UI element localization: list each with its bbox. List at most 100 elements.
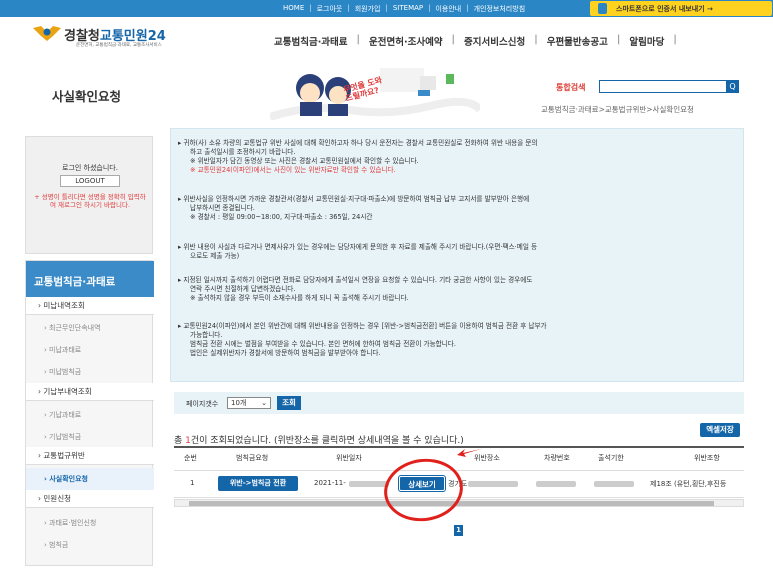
login-box: 로그인 하셨습니다. LOGOUT + 성명이 틀리다면 성명을 정확히 입력하… <box>25 136 153 254</box>
redacted-value <box>349 481 389 487</box>
info-line: ※ 교통민원24(이파인)에서는 사진이 있는 위반자료만 확인할 수 있습니다… <box>190 166 396 174</box>
sidebar-item-fact-check[interactable]: › 사실확인요청 <box>26 468 154 490</box>
separator: | <box>356 34 361 45</box>
sidebar-item-recent[interactable]: › 최근무인단속내역 <box>26 317 154 339</box>
row-index: 1 <box>190 479 195 487</box>
separator: | <box>451 34 456 45</box>
redacted-value <box>468 481 518 487</box>
utility-links: HOME | 로그아웃 | 회원가입 | SITEMAP | 이용안내 | 개인정보처리방… <box>283 4 525 14</box>
separator: | <box>385 4 388 12</box>
sidebar-item-label: 미납과태료 <box>49 346 82 354</box>
info-paragraph-3: ▸ 위반 내용이 사실과 다르거나 면제사유가 있는 경우에는 담당자에게 문의… <box>178 243 738 261</box>
logout-button[interactable]: LOGOUT <box>60 175 120 187</box>
page-size-label: 페이지갯수 <box>186 400 219 408</box>
info-paragraph-1: ▸ 귀하(사) 소유 차량의 교통법규 위반 사실에 대해 확인하고자 하나 당… <box>178 139 738 175</box>
nav-license[interactable]: 운전면허·조사예약 <box>364 34 448 48</box>
guide-link[interactable]: 이용안내 <box>435 4 461 14</box>
separator: | <box>428 4 431 12</box>
violation-law: 제18조 (유턴,횡단,후진등 <box>650 480 727 488</box>
sidebar-item-paid[interactable]: › 기납부내역조회 <box>26 383 154 401</box>
signup-link[interactable]: 회원가입 <box>355 4 381 14</box>
info-paragraph-2: ▸ 위반사실을 인정하시면 가까운 경찰관서(경찰서 교통민원실·지구대·파출소… <box>178 195 738 222</box>
convert-to-fine-button[interactable]: 위반->범칙금 전환 <box>218 476 298 491</box>
info-box: ▸ 귀하(사) 소유 차량의 교통법규 위반 사실에 대해 확인하고자 하나 당… <box>170 128 744 382</box>
sidebar-item-paid-fine[interactable]: › 기납과태료 <box>26 404 154 426</box>
sidebar-item-penalty[interactable]: › 범칙금 <box>26 534 154 556</box>
search-label: 통합검색 <box>556 83 586 92</box>
nav-fines[interactable]: 교통범칙금·과태료 <box>269 34 353 48</box>
nav-notice[interactable]: 알림마당 <box>624 34 669 48</box>
info-line: 가능합니다. <box>190 331 223 339</box>
sidebar-item-label: 기납범칙금 <box>49 433 82 441</box>
column-header: 출석기한 <box>598 454 624 462</box>
chevron-down-icon: ⌄ <box>261 399 267 407</box>
sidebar-item-unpaid-fine[interactable]: › 미납과태료 <box>26 339 154 361</box>
search-submit-button[interactable]: 조회 <box>277 396 301 410</box>
result-suffix: 건이 조회되었습니다. (위반장소를 클릭하면 상세내역을 볼 수 있습니다.) <box>190 436 464 446</box>
sidebar-item-label: 사실확인요청 <box>49 475 88 483</box>
info-line: ※ 경찰서 : 평일 09:00~18:00, 지구대·파출소 : 365일, … <box>190 213 373 221</box>
column-header: 범칙금요청 <box>236 454 269 462</box>
sidebar-item-label: 미납내역조회 <box>43 301 85 310</box>
login-status: 로그인 하셨습니다. <box>62 164 118 172</box>
info-paragraph-5: ▸ 교통민원24(이파인)에서 본인 위반건에 대해 위반내용을 인정하는 경우… <box>178 322 738 358</box>
sidebar-item-label: 미납범칙금 <box>49 368 82 376</box>
excel-export-button[interactable]: 엑셀저장 <box>700 423 740 437</box>
search-icon: Q <box>729 82 736 91</box>
column-header: 위반조항 <box>694 454 720 462</box>
page-title: 사실확인요청 <box>52 89 122 104</box>
redacted-plate <box>536 481 576 487</box>
search-button[interactable]: Q <box>726 80 739 93</box>
info-line: ※ 위반일자가 담긴 동영상 또는 사진은 경찰서 교통민원실에서 확인할 수 … <box>190 157 419 165</box>
police-emblem-icon[interactable] <box>33 24 61 42</box>
sidebar-item-label: 민원신청 <box>43 494 71 503</box>
separator: | <box>309 4 312 12</box>
redacted-deadline <box>594 481 634 487</box>
sidebar-item-fine-request[interactable]: › 과태료·범인신청 <box>26 512 154 534</box>
column-header: 순번 <box>184 454 197 462</box>
info-line: ▸ 귀하(사) 소유 차량의 교통법규 위반 사실에 대해 확인하고자 하나 당… <box>178 139 538 147</box>
red-arrow-annotation <box>457 449 481 457</box>
sidebar-item-label: 기납부내역조회 <box>43 387 92 396</box>
info-line: ▸ 지정된 일시까지 출석하기 어렵다면 전화로 담당자에게 출석일시 연장을 … <box>178 276 533 284</box>
smartphone-icon <box>598 3 607 14</box>
nav-stamp[interactable]: 증지서비스신청 <box>459 34 530 48</box>
breadcrumb: 교통범칙금·과태료>교통법규위반>사실확인요청 <box>541 105 694 114</box>
separator: | <box>534 34 538 45</box>
info-line: 법인은 실제위반자가 경찰서에 방문하여 범칙금을 발부받아야 합니다. <box>190 349 381 357</box>
sidebar-item-paid-penalty[interactable]: › 기납범칙금 <box>26 426 154 448</box>
page-number-button[interactable]: 1 <box>454 525 463 536</box>
sidebar-item-label: 최근무인단속내역 <box>49 324 101 332</box>
sidebar-item-label: 범칙금 <box>49 541 69 549</box>
page-size-bar: 페이지갯수 10개 ⌄ 조회 <box>174 392 744 414</box>
info-line: ▸ 위반 내용이 사실과 다르거나 면제사유가 있는 경우에는 담당자에게 문의… <box>178 243 538 251</box>
search-input[interactable] <box>599 80 729 93</box>
logout-link[interactable]: 로그아웃 <box>317 4 343 14</box>
sidebar-heading: 교통범칙금·과태료 <box>26 261 154 297</box>
export-certificate-label: 스마트폰으로 인증서 내보내기 → <box>616 4 713 13</box>
main-navigation: 교통범칙금·과태료 | 운전면허·조사예약 | 증지서비스신청 | 우편물반송공고 | … <box>269 34 681 48</box>
info-line: ※ 출석하지 않을 경우 부득이 소재수사를 하게 되니 꼭 출석해 주시기 바… <box>190 294 409 302</box>
separator: | <box>347 4 350 12</box>
top-utility-bar: HOME | 로그아웃 | 회원가입 | SITEMAP | 이용안내 | 개인정보처리방… <box>0 0 773 17</box>
sitemap-link[interactable]: SITEMAP <box>393 4 423 14</box>
result-summary: 총 1건이 조회되었습니다. (위반장소를 클릭하면 상세내역을 볼 수 있습니… <box>174 433 464 446</box>
info-line: 납부하시면 종결됩니다. <box>190 204 255 212</box>
page-size-value: 10개 <box>231 399 247 407</box>
nav-returned-mail[interactable]: 우편물반송공고 <box>542 34 613 48</box>
privacy-link[interactable]: 개인정보처리방침 <box>474 4 526 14</box>
sidebar-item-unpaid[interactable]: › 미납내역조회 <box>26 297 154 315</box>
export-certificate-button[interactable]: 스마트폰으로 인증서 내보내기 → <box>590 1 772 16</box>
logo-subtitle: 운전면허, 교통범칙금·과태료, 교통조사서비스 <box>76 43 162 48</box>
sidebar-item-unpaid-penalty[interactable]: › 미납범칙금 <box>26 361 154 383</box>
info-line: ▸ 위반사실을 인정하시면 가까운 경찰관서(경찰서 교통민원실·지구대·파출소… <box>178 195 530 203</box>
info-line: 범칙금 전환 시에는 벌점을 부여받을 수 있습니다. 본인 면허에 한하여 범… <box>190 340 456 348</box>
home-link[interactable]: HOME <box>283 4 304 14</box>
info-line: 연락 주시면 친절하게 답변하겠습니다. <box>190 285 296 293</box>
column-header: 위반일자 <box>336 454 362 462</box>
result-prefix: 총 <box>174 436 186 446</box>
info-line: 으로도 제출 가능) <box>190 252 240 260</box>
page-size-select[interactable]: 10개 ⌄ <box>227 397 271 409</box>
sidebar-item-petition[interactable]: › 민원신청 <box>26 490 154 508</box>
sidebar-item-violation[interactable]: › 교통법규위반 <box>26 447 154 465</box>
